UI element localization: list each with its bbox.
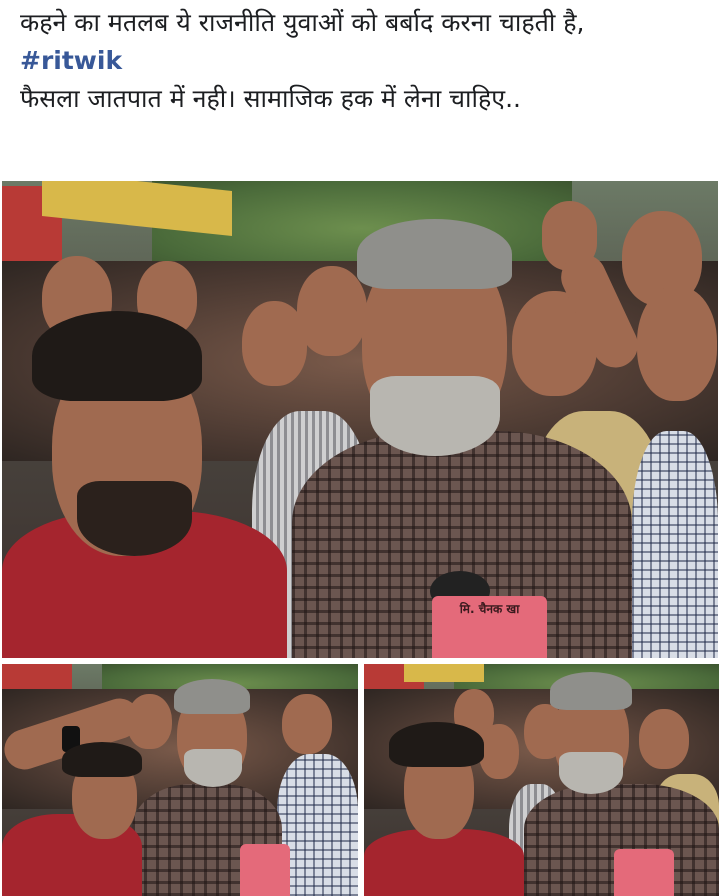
post-text: कहने का मतलब ये राजनीति युवाओं को बर्बाद… bbox=[20, 4, 710, 118]
grey-hair bbox=[550, 672, 632, 710]
grey-beard bbox=[370, 376, 500, 456]
person-face bbox=[637, 286, 717, 401]
post-text-line-1: कहने का मतलब ये राजनीति युवाओं को बर्बाद… bbox=[20, 8, 585, 37]
post-photo-main[interactable]: मि. चैनक खा bbox=[2, 181, 718, 658]
awning bbox=[42, 181, 232, 236]
hashtag-link[interactable]: #ritwik bbox=[20, 46, 122, 75]
post-text-line-3: फैसला जातपात में नही। सामाजिक हक में लेन… bbox=[20, 84, 521, 113]
person-face bbox=[297, 266, 367, 356]
news-microphone bbox=[240, 844, 290, 896]
grey-beard bbox=[184, 749, 242, 787]
person-face bbox=[479, 724, 519, 779]
grey-hair bbox=[174, 679, 250, 714]
black-hair bbox=[32, 311, 202, 401]
person-face bbox=[639, 709, 689, 769]
news-microphone: मि. चैनक खा bbox=[432, 596, 547, 658]
awning bbox=[404, 664, 484, 682]
post-photo-bottom-right[interactable] bbox=[364, 664, 719, 896]
news-microphone bbox=[614, 849, 674, 896]
dark-beard bbox=[77, 481, 192, 556]
blue-check-shirt-person bbox=[632, 431, 718, 658]
mic-label: मि. चैनक खा bbox=[459, 602, 520, 616]
red-shirt-man-shirt bbox=[364, 829, 524, 896]
grey-beard bbox=[559, 752, 623, 794]
black-hair bbox=[62, 742, 142, 777]
person-face bbox=[282, 694, 332, 754]
black-hair bbox=[389, 722, 484, 767]
grey-hair bbox=[357, 219, 512, 289]
post-photo-bottom-left[interactable] bbox=[2, 664, 358, 896]
